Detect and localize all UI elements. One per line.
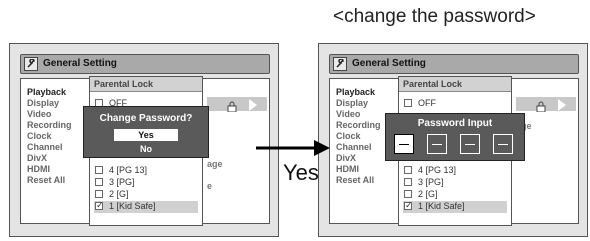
screen-title: General Setting [352, 58, 426, 69]
dropdown-header: Parental Lock [399, 77, 511, 92]
menu-item-playback[interactable]: Playback [27, 87, 72, 98]
dropdown-header: Parental Lock [90, 77, 202, 92]
menu-item-reset-all[interactable]: Reset All [27, 175, 72, 186]
wrench-icon [333, 57, 347, 71]
menu-item-divx[interactable]: DivX [27, 153, 72, 164]
dialog-title: Change Password? [99, 113, 193, 124]
lock-icon [536, 99, 546, 117]
checkmark-icon: ✓ [95, 200, 104, 210]
menu-item-divx[interactable]: DivX [336, 153, 381, 164]
menu-item-hdmi[interactable]: HDMI [27, 164, 72, 175]
option-3-pg[interactable]: 3 [PG] [404, 177, 444, 189]
screen-title: General Setting [43, 58, 117, 69]
ghost-text: e [207, 181, 213, 191]
lock-icon [227, 99, 237, 117]
menu-item-playback[interactable]: Playback [336, 87, 381, 98]
arrow-right-icon [248, 98, 258, 116]
option-off[interactable]: OFF [404, 98, 436, 110]
option-4-pg13[interactable]: 4 [PG 13] [95, 165, 147, 177]
menu-item-recording[interactable]: Recording [27, 120, 72, 131]
menu-item-clock[interactable]: Clock [27, 131, 72, 142]
checkbox-icon [95, 190, 103, 198]
option-3-pg[interactable]: 3 [PG] [95, 177, 135, 189]
arrow-right-icon [557, 98, 567, 116]
password-digit-1[interactable] [394, 134, 414, 154]
menu-item-clock[interactable]: Clock [336, 131, 381, 142]
menu-item-hdmi[interactable]: HDMI [336, 164, 381, 175]
setting-value-bar [516, 97, 576, 111]
checkbox-icon [95, 178, 103, 186]
menu-list: Playback Display Video Recording Clock C… [27, 87, 72, 186]
menu-item-display[interactable]: Display [27, 98, 72, 109]
option-1-kid-safe[interactable]: ✓ 1 [Kid Safe] [94, 200, 198, 213]
checkmark-icon: ✓ [404, 200, 413, 210]
checkbox-icon [404, 166, 412, 174]
dialog-title: Password Input [417, 118, 493, 129]
checkbox-icon [95, 166, 103, 174]
caption: <change the password> [333, 6, 536, 27]
wrench-icon [24, 57, 38, 71]
menu-item-channel[interactable]: Channel [336, 142, 381, 153]
password-digit-4[interactable] [493, 134, 513, 154]
transition-arrow-icon [256, 140, 330, 156]
menu-item-video[interactable]: Video [336, 109, 381, 120]
setting-value-bar [207, 97, 267, 111]
menu-item-video[interactable]: Video [27, 109, 72, 120]
transition-label: Yes [283, 160, 319, 185]
checkbox-icon [404, 178, 412, 186]
option-1-kid-safe[interactable]: ✓ 1 [Kid Safe] [403, 200, 507, 213]
checkbox-icon [404, 99, 412, 107]
menu-item-reset-all[interactable]: Reset All [336, 175, 381, 186]
menu-item-display[interactable]: Display [336, 98, 381, 109]
ghost-text: age [207, 159, 223, 169]
checkbox-icon [404, 190, 412, 198]
yes-button[interactable]: Yes [114, 129, 178, 141]
menu-item-recording[interactable]: Recording [336, 120, 381, 131]
menu-item-channel[interactable]: Channel [27, 142, 72, 153]
change-password-dialog: Change Password? Yes No [83, 106, 209, 158]
menu-list: Playback Display Video Recording Clock C… [336, 87, 381, 186]
title-bar: General Setting [20, 54, 270, 74]
no-button[interactable]: No [114, 143, 178, 155]
password-digit-3[interactable] [460, 134, 480, 154]
option-4-pg13[interactable]: 4 [PG 13] [404, 165, 456, 177]
title-bar: General Setting [329, 54, 579, 74]
password-digit-2[interactable] [427, 134, 447, 154]
password-input-dialog: Password Input [385, 113, 525, 161]
